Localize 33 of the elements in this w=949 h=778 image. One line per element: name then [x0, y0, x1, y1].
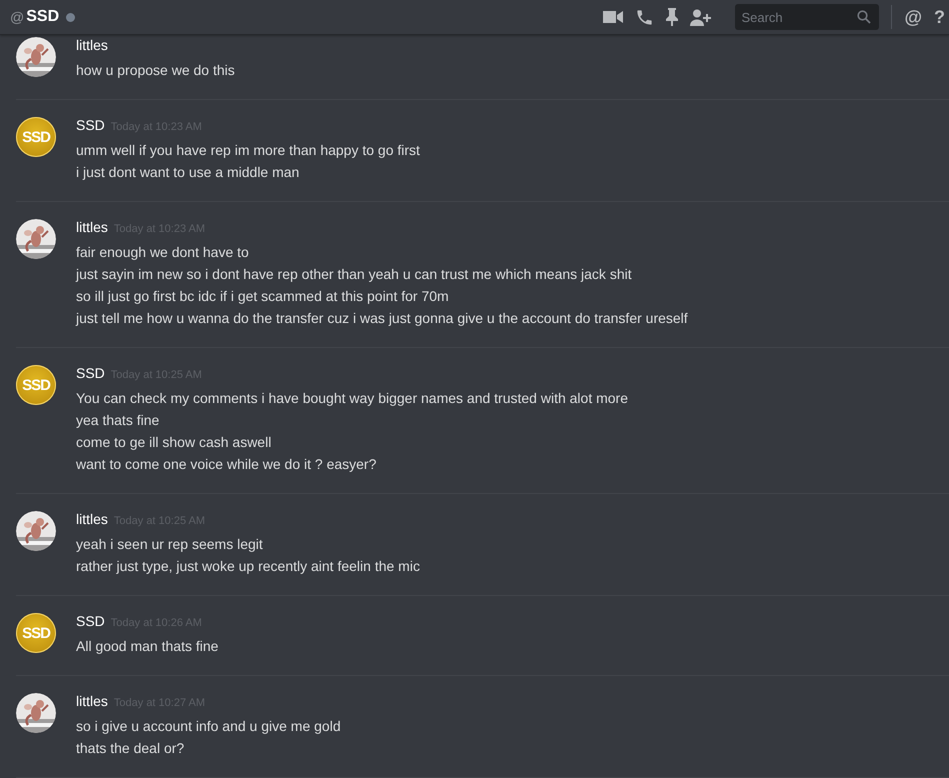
username[interactable]: littles [76, 693, 108, 709]
message-text: You can check my comments i have bought way bigger names and trusted with alot more [76, 389, 628, 408]
at-sign: @ [10, 9, 24, 25]
username[interactable]: SSD [76, 117, 105, 133]
message-text: rather just type, just woke up recently aint feelin the mic [76, 557, 420, 576]
message-text: just sayin im new so i dont have rep other than yeah u can trust me which means jack shit [76, 265, 633, 284]
search-field[interactable]: Search [735, 4, 880, 30]
username[interactable]: littles [76, 219, 108, 235]
message-text: umm well if you have rep im more than happy to go first [76, 141, 420, 160]
message-text: All good man thats fine [76, 637, 218, 656]
message-text: so i give u account info and u give me gold [76, 717, 341, 736]
phone-icon[interactable] [635, 8, 654, 26]
username[interactable]: SSD [76, 365, 105, 381]
message-text: thats the deal or? [76, 739, 186, 758]
username[interactable]: littles [76, 511, 108, 527]
message-text: yeah i seen ur rep seems legit [76, 535, 264, 554]
message-text: so ill just go first bc idc if i get scammed at this point for 70m [76, 287, 450, 306]
message-text: come to ge ill show cash aswell [76, 433, 272, 452]
username[interactable]: SSD [76, 613, 105, 629]
username[interactable]: littles [76, 37, 108, 53]
help-icon[interactable]: ? [934, 6, 945, 28]
pin-icon[interactable] [666, 8, 678, 26]
message-text: how u propose we do this [76, 61, 235, 80]
add-user-icon[interactable] [690, 8, 712, 26]
message-text: fair enough we dont have to [76, 243, 250, 262]
channel-title: SSD [26, 8, 60, 26]
video-camera-icon[interactable] [603, 10, 624, 24]
message-text: want to come one voice while we do it ? easyer? [76, 455, 378, 474]
message-text: just tell me how u wanna do the transfer cuz i was just gonna give u the account do transfer ureself [76, 309, 688, 328]
search-icon [857, 10, 872, 24]
message-text: i just dont want to use a middle man [76, 163, 300, 182]
mentions-icon[interactable]: @ [904, 6, 922, 28]
message-text: yea thats fine [76, 411, 160, 430]
